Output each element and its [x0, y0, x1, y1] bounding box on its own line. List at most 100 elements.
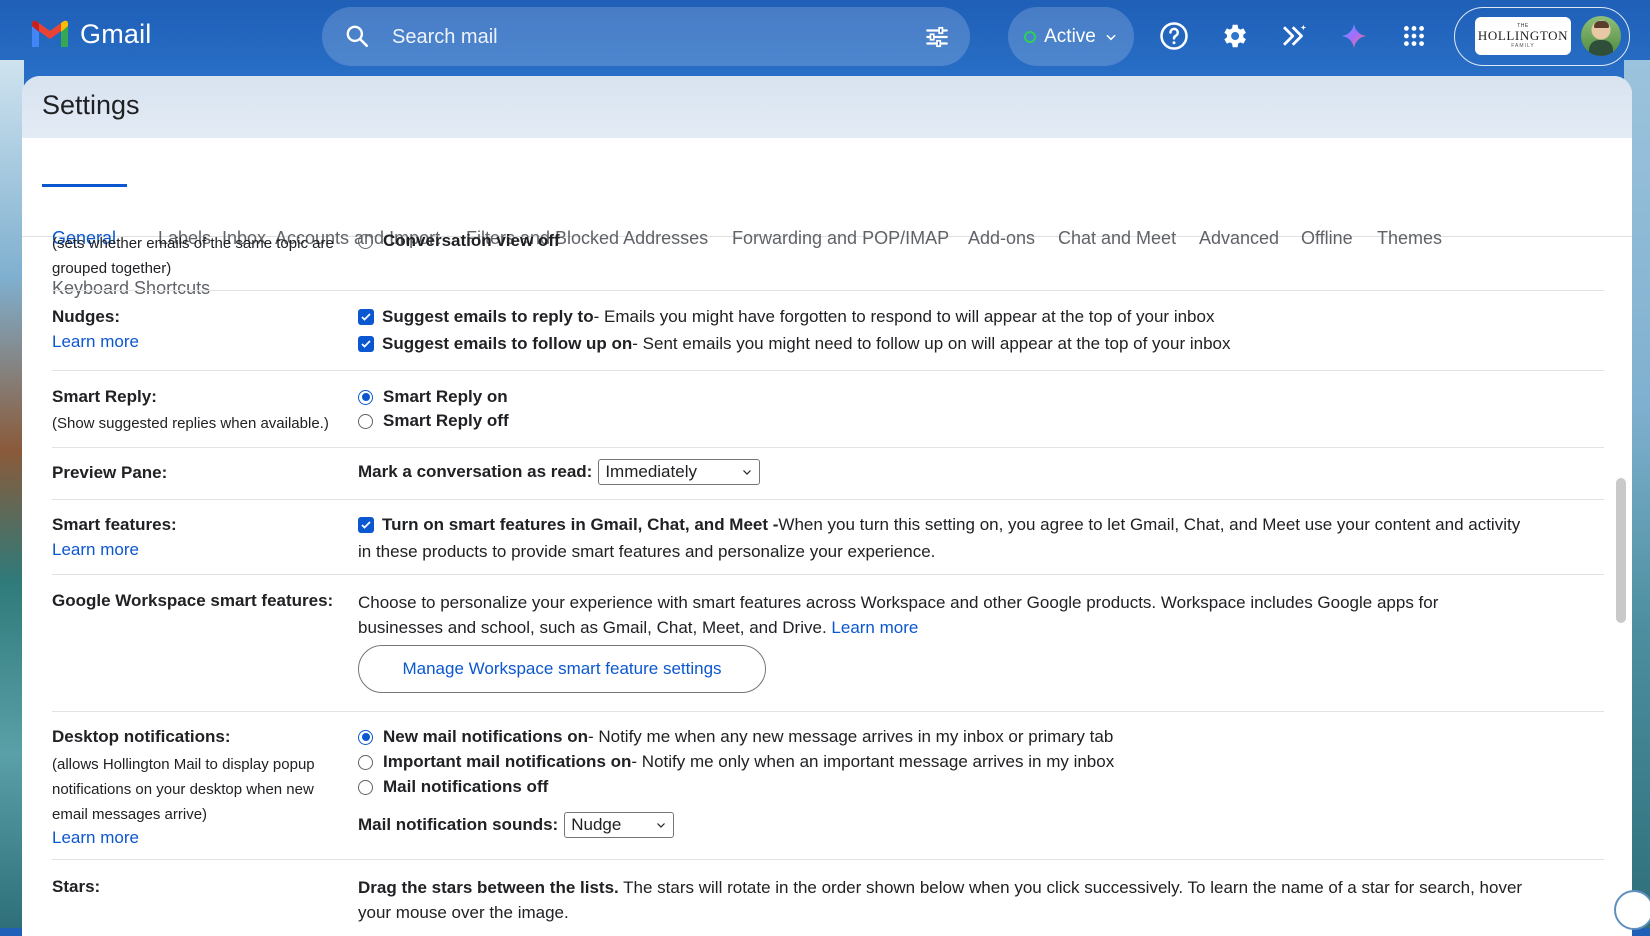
important-mail-notifications-option[interactable]: Important mail notifications on - Notify…	[358, 752, 1114, 772]
smart-features-toggle-label: Turn on smart features in Gmail, Chat, a…	[382, 515, 779, 534]
desktop-notifications-learn-more-link[interactable]: Learn more	[52, 828, 139, 848]
workspace-desc-line2: businesses and school, such as Gmail, Ch…	[358, 615, 1608, 640]
chevron-down-icon	[743, 470, 752, 475]
notification-sound-setting: Mail notification sounds: Nudge	[358, 812, 675, 838]
org-logo-name: HOLLINGTON	[1477, 28, 1569, 43]
smart-features-option[interactable]: Turn on smart features in Gmail, Chat, a…	[358, 515, 1520, 535]
divider	[52, 859, 1604, 860]
settings-tabs: General Labels Inbox Accounts and Import…	[22, 138, 1632, 298]
stars-desc-line2: your mouse over the image.	[358, 903, 569, 922]
chevron-down-icon	[657, 823, 666, 828]
settings-content: (sets whether emails of the same topic a…	[22, 231, 1632, 936]
chevron-down-icon	[1106, 34, 1116, 40]
help-icon	[1160, 22, 1188, 50]
radio-button[interactable]	[358, 413, 373, 429]
radio-button[interactable]	[358, 779, 373, 795]
settings-button[interactable]	[1218, 20, 1250, 52]
notification-sound-label: Mail notification sounds:	[358, 815, 559, 834]
status-selector[interactable]: Active	[1008, 7, 1134, 66]
apps-button[interactable]	[1398, 20, 1430, 52]
nudges-label: Nudges:	[52, 307, 120, 326]
divider	[52, 370, 1604, 371]
background-scenery-left	[0, 60, 24, 928]
desktop-notifications-desc-line2: notifications on your desktop when new	[52, 781, 314, 798]
nudge-reply-label: Suggest emails to reply to	[382, 307, 594, 326]
gmail-m-icon	[32, 20, 68, 47]
checkbox-checked[interactable]	[358, 336, 374, 352]
desktop-notifications-desc-line1: (allows Hollington Mail to display popup	[52, 756, 315, 773]
conversation-view-desc-line1: (sets whether emails of the same topic a…	[52, 235, 334, 252]
stars-label: Stars:	[52, 877, 101, 896]
top-bar: Gmail Active	[0, 0, 1650, 72]
radio-button-selected[interactable]	[358, 389, 373, 405]
checkbox-checked[interactable]	[358, 309, 374, 325]
divider	[52, 290, 1604, 291]
support-button[interactable]	[1158, 20, 1190, 52]
divider	[52, 447, 1604, 448]
notification-sound-value: Nudge	[571, 815, 622, 834]
smart-reply-desc: (Show suggested replies when available.)	[52, 415, 329, 432]
gemini-button[interactable]	[1338, 20, 1370, 52]
stars-desc-text: The stars will rotate in the order shown…	[618, 878, 1523, 897]
workspace-desc-line1: Choose to personalize your experience wi…	[358, 593, 1439, 612]
mail-notifications-off-option[interactable]: Mail notifications off	[358, 777, 548, 797]
search-options-icon[interactable]	[924, 24, 950, 50]
search-bar[interactable]	[322, 7, 970, 66]
radio-button[interactable]	[358, 233, 373, 249]
organization-logo: THE HOLLINGTON FAMILY	[1475, 17, 1571, 55]
smart-reply-off-label: Smart Reply off	[383, 411, 509, 430]
conversation-view-off-option[interactable]: Conversation view off	[358, 231, 560, 251]
important-mail-notifications-desc: - Notify me only when an important messa…	[631, 752, 1115, 771]
nudge-follow-up-option[interactable]: Suggest emails to follow up on - Sent em…	[358, 334, 1230, 354]
smart-features-learn-more-link[interactable]: Learn more	[52, 540, 139, 560]
avatar[interactable]	[1581, 16, 1621, 56]
mark-read-select[interactable]: Immediately	[598, 459, 761, 485]
gmail-logo[interactable]: Gmail	[30, 18, 152, 50]
divider	[52, 499, 1604, 500]
workspace-desc-text: businesses and school, such as Gmail, Ch…	[358, 618, 832, 637]
stars-desc-line1: Drag the stars between the lists. The st…	[358, 875, 1608, 900]
apps-grid-icon	[1404, 26, 1424, 46]
mark-read-value: Immediately	[605, 462, 697, 481]
search-input[interactable]	[390, 21, 874, 53]
smart-features-desc-line1: When you turn this setting on, you agree…	[778, 515, 1521, 534]
new-mail-notifications-label: New mail notifications on	[383, 727, 588, 746]
checkmark-icon	[361, 340, 371, 348]
gemini-chevrons-icon	[1283, 24, 1307, 46]
nudge-reply-option[interactable]: Suggest emails to reply to - Emails you …	[358, 307, 1214, 327]
workspace-smart-features-label: Google Workspace smart features:	[52, 591, 334, 610]
manage-workspace-settings-button[interactable]: Manage Workspace smart feature settings	[358, 645, 766, 693]
checkbox-checked[interactable]	[358, 517, 374, 533]
page-title: Settings	[42, 90, 140, 120]
conversation-view-off-label: Conversation view off	[383, 231, 560, 250]
important-mail-notifications-label: Important mail notifications on	[383, 752, 632, 771]
mark-read-label: Mark a conversation as read:	[358, 462, 593, 481]
divider	[52, 711, 1604, 712]
account-switcher[interactable]: THE HOLLINGTON FAMILY	[1454, 7, 1630, 66]
scrollbar-thumb[interactable]	[1616, 478, 1626, 623]
search-icon[interactable]	[344, 23, 370, 49]
checkmark-icon	[361, 313, 371, 321]
workspace-learn-more-link[interactable]: Learn more	[831, 618, 918, 637]
smart-reply-off-option[interactable]: Smart Reply off	[358, 411, 509, 431]
nudge-follow-up-label: Suggest emails to follow up on	[382, 334, 633, 353]
nudge-reply-desc: - Emails you might have forgotten to res…	[593, 307, 1215, 326]
conversation-view-desc-line2: grouped together)	[52, 260, 172, 277]
nudges-learn-more-link[interactable]: Learn more	[52, 332, 139, 352]
radio-button-selected[interactable]	[358, 729, 373, 745]
smart-reply-on-option[interactable]: Smart Reply on	[358, 387, 508, 407]
app-name: Gmail	[80, 18, 152, 49]
ai-assistant-button[interactable]	[1278, 20, 1310, 52]
divider	[52, 574, 1604, 575]
new-mail-notifications-option[interactable]: New mail notifications on - Notify me wh…	[358, 727, 1113, 747]
gear-icon	[1224, 24, 1246, 48]
notification-sound-select[interactable]: Nudge	[564, 812, 675, 838]
settings-header: Settings	[22, 76, 1632, 138]
side-panel-toggle-button[interactable]	[1614, 890, 1650, 930]
smart-reply-label: Smart Reply:	[52, 387, 157, 406]
settings-panel: Settings General Labels Inbox Accounts a…	[22, 76, 1632, 936]
smart-features-desc-line2: in these products to provide smart featu…	[358, 542, 936, 561]
radio-button[interactable]	[358, 754, 373, 770]
stars-instruction: Drag the stars between the lists.	[358, 878, 619, 897]
status-dot-icon	[1024, 30, 1037, 43]
